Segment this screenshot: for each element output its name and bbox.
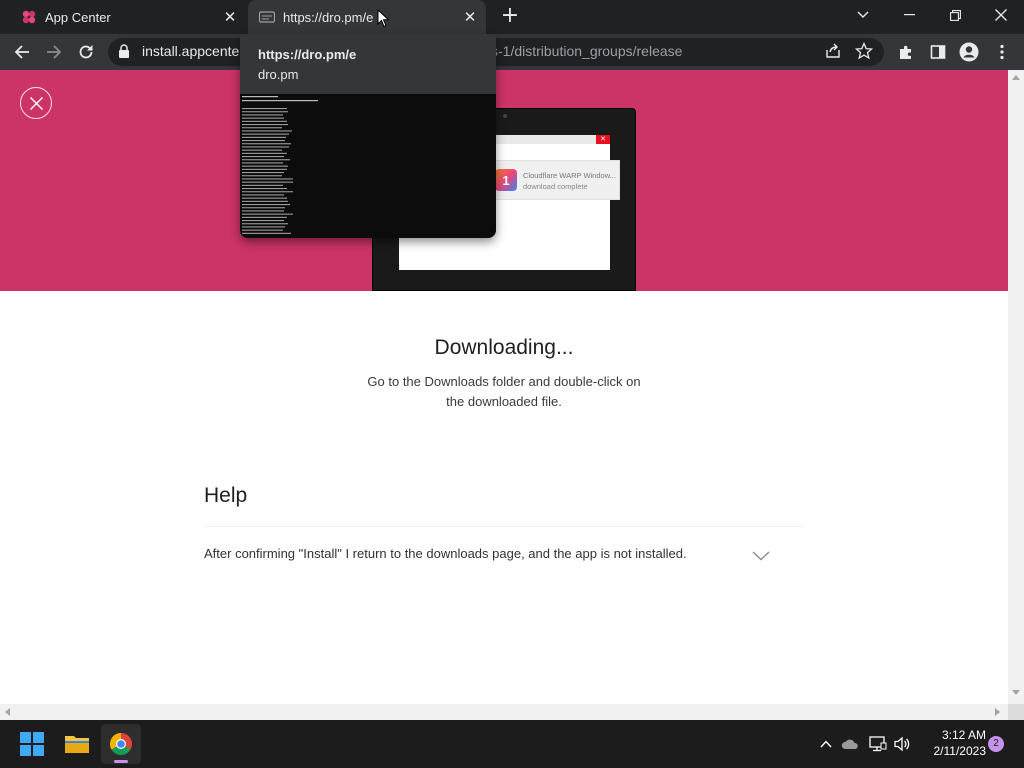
minimize-icon (903, 14, 915, 16)
url-text-tail: s-1/distribution_groups/release (491, 43, 683, 59)
close-icon (995, 9, 1007, 21)
faq-item[interactable]: After confirming "Install" I return to t… (204, 544, 780, 566)
tab-hover-card: https://dro.pm/e dro.pm (240, 34, 496, 238)
minimize-button[interactable] (886, 0, 932, 30)
page-content: ✕ 1 Cloudflare WARP Window... download c… (0, 70, 1008, 704)
close-window-button[interactable] (978, 0, 1024, 30)
restore-button[interactable] (932, 0, 978, 30)
app-center-icon (21, 9, 37, 25)
help-heading: Help (204, 484, 248, 507)
window-close-icon: ✕ (596, 135, 610, 144)
close-icon (29, 96, 43, 110)
hover-card-title: https://dro.pm/e (258, 47, 357, 62)
puzzle-piece-icon (900, 45, 911, 59)
show-hidden-icons-button[interactable] (816, 734, 836, 754)
close-button[interactable] (20, 87, 52, 119)
start-button[interactable] (12, 724, 52, 764)
new-tab-button[interactable]: + (498, 5, 522, 29)
faq-question: After confirming "Install" I return to t… (204, 546, 687, 561)
terminal-preview-image (242, 96, 318, 234)
tab-title: https://dro.pm/e (283, 9, 374, 25)
scroll-up-icon[interactable] (1012, 75, 1020, 80)
url-text: install.appcenter (142, 43, 244, 59)
tab-search-button[interactable] (840, 0, 886, 30)
download-description: Go to the Downloads folder and double-cl… (344, 372, 664, 412)
network-icon[interactable] (868, 734, 888, 754)
download-description-line: the downloaded file. (446, 394, 562, 409)
system-clock[interactable]: 3:12 AM 2/11/2023 (916, 727, 987, 759)
reload-button[interactable] (74, 40, 98, 64)
scroll-down-icon[interactable] (1012, 690, 1020, 695)
back-button[interactable] (10, 40, 34, 64)
windows-start-icon (20, 732, 44, 756)
clock-date: 2/11/2023 (933, 744, 987, 758)
svg-text:1: 1 (502, 173, 509, 188)
chevron-down-icon[interactable] (752, 546, 770, 565)
cloudflare-warp-icon: 1 (495, 169, 517, 191)
chrome-menu-button[interactable] (990, 40, 1014, 64)
scrollbar-corner (1008, 704, 1024, 720)
download-description-line: Go to the Downloads folder and double-cl… (367, 374, 641, 389)
more-vertical-icon (1000, 44, 1004, 60)
chevron-up-icon (820, 740, 832, 748)
onedrive-icon[interactable] (840, 734, 860, 754)
tab-app-center[interactable]: App Center ✕ (8, 0, 246, 34)
side-panel-button[interactable] (926, 40, 950, 64)
tab-strip: App Center ✕ https://dro.pm/e ✕ + (0, 0, 1024, 34)
volume-icon[interactable] (892, 734, 912, 754)
chrome-taskbar-button[interactable] (101, 724, 141, 764)
file-explorer-button[interactable] (57, 724, 97, 764)
help-divider (204, 526, 804, 527)
toast-subtitle: download complete (523, 182, 588, 191)
lock-icon[interactable] (118, 44, 130, 63)
hero-banner: ✕ 1 Cloudflare WARP Window... download c… (0, 70, 1008, 291)
scroll-right-icon[interactable] (995, 708, 1000, 716)
address-bar[interactable]: install.appcenter s-1/distribution_group… (108, 38, 884, 66)
reload-icon (79, 45, 93, 59)
forward-arrow-icon (47, 45, 62, 59)
hover-card-domain: dro.pm (258, 67, 299, 82)
hover-card-preview (240, 94, 496, 238)
file-explorer-icon (65, 736, 89, 753)
horizontal-scrollbar[interactable] (0, 704, 1008, 720)
camera-dot (503, 114, 507, 118)
profile-avatar-icon (959, 42, 979, 62)
profile-button[interactable] (957, 40, 981, 64)
vertical-scrollbar[interactable] (1008, 70, 1024, 704)
chevron-down-icon (857, 11, 869, 18)
browser-toolbar: install.appcenter s-1/distribution_group… (0, 34, 1024, 70)
clock-time: 3:12 AM (941, 728, 986, 742)
page-icon (259, 9, 275, 25)
bookmark-star-icon[interactable] (854, 41, 874, 64)
notification-badge[interactable]: 2 (988, 736, 1004, 752)
mouse-cursor-icon (377, 8, 390, 32)
chrome-icon (110, 733, 132, 755)
tab-close-icon[interactable]: ✕ (460, 7, 480, 27)
restore-icon (949, 9, 961, 21)
side-panel-icon (930, 45, 946, 59)
scroll-left-icon[interactable] (5, 708, 10, 716)
forward-button[interactable] (42, 40, 66, 64)
back-arrow-icon (14, 45, 29, 59)
download-title: Downloading... (434, 336, 574, 359)
active-app-indicator (114, 760, 128, 763)
toast-title: Cloudflare WARP Window... (523, 171, 616, 180)
tab-close-icon[interactable]: ✕ (220, 7, 240, 27)
tab-title: App Center (45, 9, 111, 25)
extensions-button[interactable] (894, 40, 918, 64)
taskbar: 3:12 AM 2/11/2023 2 (0, 720, 1024, 768)
share-icon[interactable] (824, 42, 842, 64)
tab-dro-pm[interactable]: https://dro.pm/e ✕ (248, 0, 486, 34)
